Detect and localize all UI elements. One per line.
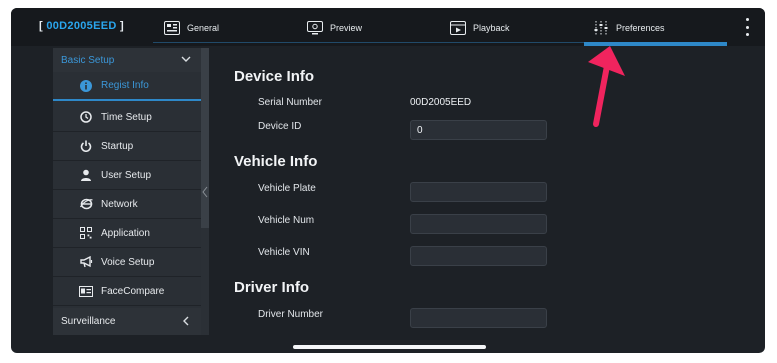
device-id-field-label: Device ID	[258, 121, 302, 132]
tab-playback-label: Playback	[473, 23, 510, 33]
sidebar-item-label: Time Setup	[101, 111, 152, 123]
device-id-input-value: 0	[417, 124, 423, 136]
collapse-chevron-icon[interactable]	[202, 186, 208, 201]
serial-number-value: 00D2005EED	[410, 97, 472, 108]
megaphone-icon	[79, 255, 93, 269]
dot-icon	[745, 25, 749, 29]
sidebar-item-label: User Setup	[101, 169, 152, 181]
device-id-input[interactable]: 0	[410, 120, 547, 140]
sidebar-scrollbar[interactable]	[201, 48, 209, 335]
sidebar-item-user-setup[interactable]: User Setup	[53, 161, 201, 190]
sidebar-item-label: Startup	[101, 140, 134, 152]
driver-number-input[interactable]	[410, 308, 547, 328]
sidebar-group-basic-setup[interactable]: Basic Setup	[53, 48, 201, 72]
tab-general-label: General	[187, 23, 220, 33]
grid-icon	[79, 226, 93, 240]
device-id-label: [ 00D2005EED ]	[39, 20, 124, 32]
tab-divider	[153, 42, 584, 43]
settings-content: Device Info Serial Number 00D2005EED Dev…	[209, 48, 725, 335]
chevron-left-icon	[181, 316, 191, 326]
sidebar-item-label: Regist Info	[101, 80, 149, 91]
sidebar-item-time-setup[interactable]: Time Setup	[53, 103, 201, 132]
power-icon	[79, 139, 93, 153]
dot-icon	[745, 33, 749, 36]
tab-playback[interactable]: Playback	[449, 17, 510, 39]
home-indicator[interactable]	[293, 345, 486, 349]
dot-icon	[745, 18, 749, 21]
driver-info-title: Driver Info	[234, 279, 310, 296]
serial-number-label: Serial Number	[258, 97, 322, 108]
sidebar-item-voice-setup[interactable]: Voice Setup	[53, 248, 201, 277]
sidebar-item-application[interactable]: Application	[53, 219, 201, 248]
vehicle-num-input[interactable]	[410, 214, 547, 234]
scrollbar-thumb[interactable]	[201, 48, 209, 228]
settings-sidebar: Basic Setup Regist Info Time Setup Start…	[53, 48, 201, 335]
tab-general[interactable]: General	[163, 17, 219, 39]
clock-icon	[79, 110, 93, 124]
general-icon	[163, 20, 181, 36]
info-icon	[79, 79, 93, 93]
sliders-icon	[592, 20, 610, 36]
sidebar-group-label: Basic Setup	[61, 54, 115, 66]
more-options-button[interactable]	[741, 16, 753, 38]
device-info-title: Device Info	[234, 68, 315, 85]
sidebar-item-label: Application	[101, 227, 150, 239]
sidebar-item-startup[interactable]: Startup	[53, 132, 201, 161]
vehicle-num-label: Vehicle Num	[258, 215, 315, 226]
sidebar-item-network[interactable]: Network	[53, 190, 201, 219]
app-window: [ 00D2005EED ] General Preview Playback	[11, 8, 765, 353]
monitor-icon	[306, 20, 324, 36]
vehicle-info-title: Vehicle Info	[234, 153, 318, 170]
tab-preferences[interactable]: Preferences	[592, 17, 665, 39]
vehicle-vin-label: Vehicle VIN	[258, 247, 310, 258]
vehicle-vin-input[interactable]	[410, 246, 547, 266]
sidebar-item-label: Voice Setup	[101, 256, 155, 268]
sidebar-group-surveillance[interactable]: Surveillance	[53, 308, 201, 335]
sidebar-item-facecompare[interactable]: FaceCompare	[53, 277, 201, 306]
globe-icon	[79, 197, 93, 211]
chevron-down-icon	[181, 54, 191, 64]
id-card-icon	[79, 284, 93, 298]
vehicle-plate-label: Vehicle Plate	[258, 183, 316, 194]
sidebar-item-label: Network	[101, 198, 138, 210]
top-bar: [ 00D2005EED ] General Preview Playback	[11, 8, 765, 46]
tab-preview-label: Preview	[330, 23, 363, 33]
sidebar-item-regist-info[interactable]: Regist Info	[53, 72, 201, 101]
film-icon	[449, 20, 467, 36]
vehicle-plate-input[interactable]	[410, 182, 547, 202]
active-tab-indicator	[584, 42, 727, 46]
tab-preferences-label: Preferences	[616, 23, 665, 33]
user-icon	[79, 168, 93, 182]
driver-number-label: Driver Number	[258, 309, 324, 320]
tab-preview[interactable]: Preview	[306, 17, 362, 39]
sidebar-group-label: Surveillance	[61, 316, 116, 327]
sidebar-item-label: FaceCompare	[101, 285, 165, 297]
